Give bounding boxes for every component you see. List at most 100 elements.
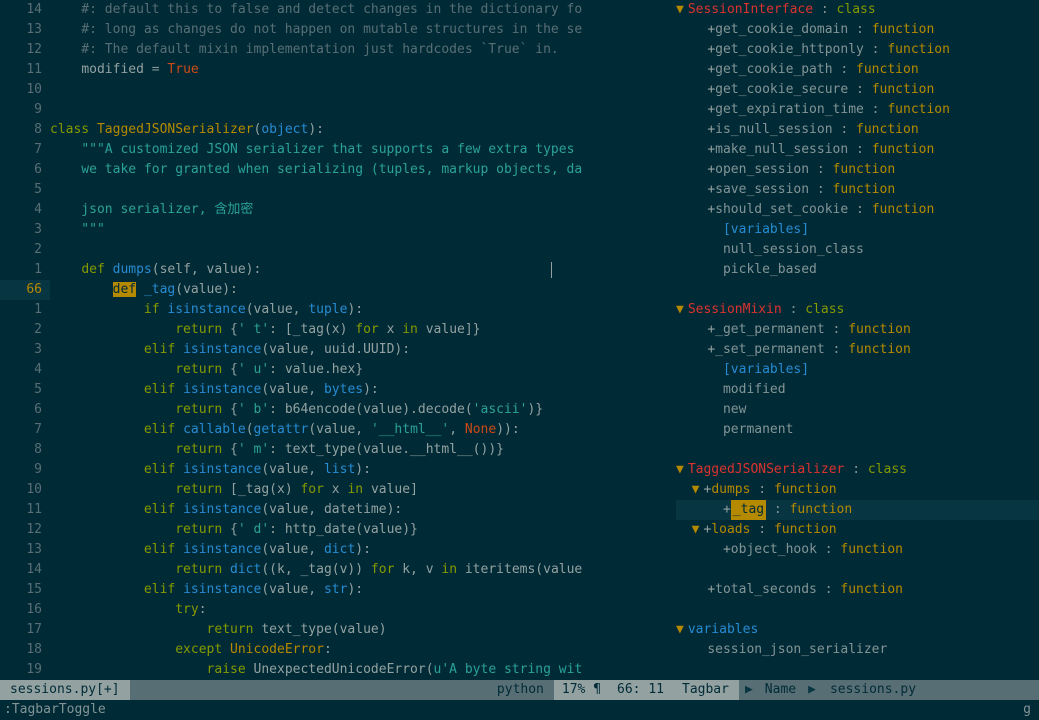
code-line[interactable]: 5 elif isinstance(value, bytes): [0, 380, 672, 400]
tagbar-item[interactable]: +save_session : function [676, 180, 1039, 200]
fold-icon[interactable]: ▼ [692, 520, 700, 540]
code-line[interactable]: 19 raise UnexpectedUnicodeError(u'A byte… [0, 660, 672, 680]
code-line[interactable]: 15 elif isinstance(value, str): [0, 580, 672, 600]
tag-name: dumps [711, 480, 750, 500]
tag-name: new [723, 400, 746, 420]
code-line[interactable]: 2 [0, 240, 672, 260]
tagbar-item[interactable]: +get_expiration_time : function [676, 100, 1039, 120]
code-line[interactable]: 12 return {' d': http_date(value)} [0, 520, 672, 540]
tag-name: _tag [731, 500, 766, 520]
code-line[interactable]: 9 [0, 100, 672, 120]
code-line[interactable]: 9 elif isinstance(value, list): [0, 460, 672, 480]
code-line[interactable]: 7 """A customized JSON serializer that s… [0, 140, 672, 160]
expand-icon[interactable]: + [707, 580, 715, 600]
expand-icon[interactable]: + [707, 80, 715, 100]
tagbar-item[interactable]: +_tag : function [676, 500, 1039, 520]
tagbar-item[interactable]: +get_cookie_httponly : function [676, 40, 1039, 60]
line-source: def dumps(self, value): [50, 260, 672, 280]
tagbar-item[interactable]: ▼TaggedJSONSerializer : class [676, 460, 1039, 480]
code-line[interactable]: 6 we take for granted when serializing (… [0, 160, 672, 180]
code-line[interactable]: 3 elif isinstance(value, uuid.UUID): [0, 340, 672, 360]
code-line[interactable]: 4 json serializer, 含加密 [0, 200, 672, 220]
tagbar-item[interactable]: [variables] [676, 360, 1039, 380]
tagbar-item[interactable]: +get_cookie_path : function [676, 60, 1039, 80]
tagbar-item[interactable]: +total_seconds : function [676, 580, 1039, 600]
tagbar-item[interactable]: +should_set_cookie : function [676, 200, 1039, 220]
code-line[interactable]: 13 elif isinstance(value, dict): [0, 540, 672, 560]
expand-icon[interactable]: + [707, 120, 715, 140]
tag-name: TaggedJSONSerializer [688, 460, 845, 480]
fold-icon[interactable]: ▼ [692, 480, 700, 500]
expand-icon[interactable]: + [707, 180, 715, 200]
tagbar-item[interactable]: ▼+dumps : function [676, 480, 1039, 500]
fold-icon[interactable]: ▼ [676, 0, 684, 20]
code-line[interactable]: 7 elif callable(getattr(value, '__html__… [0, 420, 672, 440]
expand-icon[interactable]: + [723, 540, 731, 560]
expand-icon[interactable]: + [707, 100, 715, 120]
code-line[interactable]: 5 [0, 180, 672, 200]
code-line[interactable]: 12 #: The default mixin implementation j… [0, 40, 672, 60]
expand-icon[interactable]: + [707, 200, 715, 220]
code-line[interactable]: 8 return {' m': text_type(value.__html__… [0, 440, 672, 460]
code-line[interactable]: 6 return {' b': b64encode(value).decode(… [0, 400, 672, 420]
expand-icon[interactable]: + [707, 20, 715, 40]
tagbar-panel[interactable]: ▼SessionInterface : class +get_cookie_do… [672, 0, 1039, 680]
code-line[interactable]: 1 if isinstance(value, tuple): [0, 300, 672, 320]
tagbar-item[interactable]: null_session_class [676, 240, 1039, 260]
code-line[interactable]: 17 return text_type(value) [0, 620, 672, 640]
tagbar-item[interactable]: +is_null_session : function [676, 120, 1039, 140]
code-line[interactable]: 11 modified = True [0, 60, 672, 80]
tagbar-item[interactable]: permanent [676, 420, 1039, 440]
tagbar-item[interactable]: +_get_permanent : function [676, 320, 1039, 340]
expand-icon[interactable]: + [723, 500, 731, 520]
tagbar-item[interactable]: +object_hook : function [676, 540, 1039, 560]
code-line[interactable]: 1 def dumps(self, value): [0, 260, 672, 280]
fold-icon[interactable]: ▼ [676, 460, 684, 480]
tagbar-item[interactable]: modified [676, 380, 1039, 400]
tagbar-item[interactable]: +_set_permanent : function [676, 340, 1039, 360]
code-line[interactable]: 11 elif isinstance(value, datetime): [0, 500, 672, 520]
tagbar-item[interactable]: new [676, 400, 1039, 420]
expand-icon[interactable]: + [707, 320, 715, 340]
tag-name: loads [711, 520, 750, 540]
tagbar-item[interactable]: pickle_based [676, 260, 1039, 280]
tagbar-item[interactable]: +get_cookie_domain : function [676, 20, 1039, 40]
expand-icon[interactable]: + [703, 520, 711, 540]
expand-icon[interactable]: + [707, 140, 715, 160]
command-line[interactable]: :TagbarToggle g [0, 700, 1039, 720]
expand-icon[interactable]: + [707, 340, 715, 360]
tagbar-item[interactable]: ▼SessionInterface : class [676, 0, 1039, 20]
code-line[interactable]: 2 return {' t': [_tag(x) for x in value]… [0, 320, 672, 340]
tagbar-item[interactable]: +open_session : function [676, 160, 1039, 180]
expand-icon[interactable]: + [707, 160, 715, 180]
expand-icon[interactable]: + [707, 40, 715, 60]
code-line[interactable]: 14 return dict((k, _tag(v)) for k, v in … [0, 560, 672, 580]
tagbar-item[interactable]: +get_cookie_secure : function [676, 80, 1039, 100]
code-line[interactable]: 66 def _tag(value): [0, 280, 672, 300]
code-line[interactable]: 4 return {' u': value.hex} [0, 360, 672, 380]
tagbar-item[interactable]: +make_null_session : function [676, 140, 1039, 160]
tagbar-item[interactable]: [variables] [676, 220, 1039, 240]
code-line[interactable]: 18 except UnicodeError: [0, 640, 672, 660]
code-line[interactable]: 10 return [_tag(x) for x in value] [0, 480, 672, 500]
tagbar-item[interactable]: ▼+loads : function [676, 520, 1039, 540]
code-line[interactable]: 16 try: [0, 600, 672, 620]
arrow-icon: ▶ [739, 680, 759, 700]
code-line[interactable]: 3 """ [0, 220, 672, 240]
code-line[interactable]: 13 #: long as changes do not happen on m… [0, 20, 672, 40]
tag-name: SessionInterface [688, 0, 813, 20]
line-source: raise UnexpectedUnicodeError(u'A byte st… [50, 660, 672, 680]
fold-icon[interactable]: ▼ [676, 300, 684, 320]
code-line[interactable]: 14 #: default this to false and detect c… [0, 0, 672, 20]
code-editor[interactable]: 14 #: default this to false and detect c… [0, 0, 672, 680]
tagbar-item[interactable]: ▼SessionMixin : class [676, 300, 1039, 320]
tag-name: open_session [715, 160, 809, 180]
tagbar-item[interactable]: session_json_serializer [676, 640, 1039, 660]
code-line[interactable]: 8class TaggedJSONSerializer(object): [0, 120, 672, 140]
fold-icon[interactable]: ▼ [676, 620, 684, 640]
expand-icon[interactable]: + [707, 60, 715, 80]
tag-kind: class [868, 460, 907, 480]
code-line[interactable]: 10 [0, 80, 672, 100]
tagbar-item[interactable]: ▼variables [676, 620, 1039, 640]
expand-icon[interactable]: + [703, 480, 711, 500]
